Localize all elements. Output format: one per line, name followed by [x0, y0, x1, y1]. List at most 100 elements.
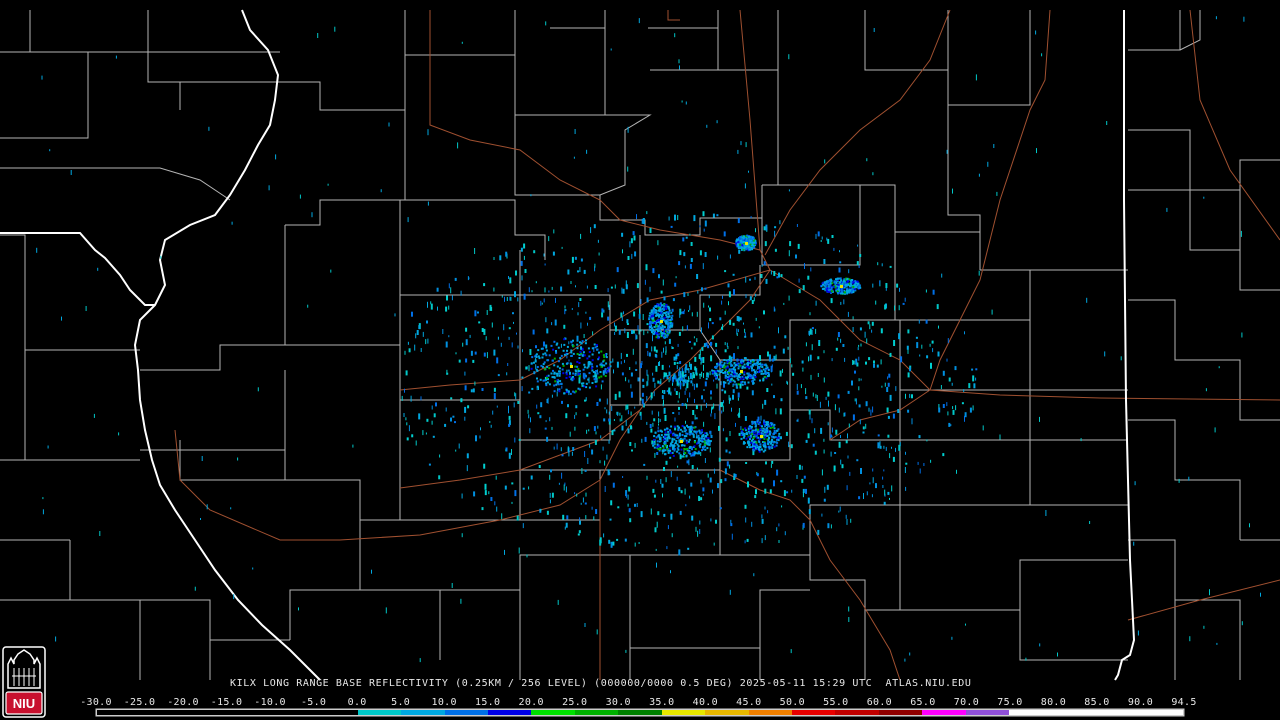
echo-pixel [524, 269, 527, 273]
echo-pixel [608, 418, 611, 422]
echo-pixel [696, 430, 698, 433]
echo-pixel [401, 395, 403, 401]
echo-pixel [672, 379, 674, 384]
echo-pixel [755, 228, 756, 233]
echo-pixel [667, 449, 670, 452]
echo-pixel [590, 367, 593, 370]
echo-pixel [826, 287, 829, 290]
echo-pixel [635, 361, 637, 365]
echo-pixel [474, 351, 477, 355]
echo-pixel [658, 304, 661, 307]
echo-pixel [448, 335, 450, 338]
echo-pixel [415, 440, 417, 446]
echo-pixel [713, 403, 715, 409]
echo-pixel [657, 434, 660, 437]
echo-pixel [856, 280, 859, 283]
echo-pixel [684, 403, 686, 406]
echo-pixel [678, 392, 680, 399]
echo-pixel [849, 471, 851, 476]
echo-pixel [642, 378, 645, 382]
colorbar-label: 25.0 [562, 697, 588, 708]
echo-pixel [846, 278, 849, 281]
echo-pixel [661, 445, 664, 448]
echo-pixel [703, 373, 704, 378]
echo-pixel [755, 293, 757, 297]
echo-pixel [1249, 523, 1250, 528]
echo-pixel [728, 301, 729, 306]
echo-pixel [691, 448, 693, 451]
echo-pixel [737, 397, 739, 401]
echo-pixel [773, 480, 775, 487]
echo-pixel [763, 310, 765, 315]
echo-pixel [703, 228, 705, 232]
echo-pixel [746, 446, 749, 449]
echo-pixel [887, 491, 890, 495]
echo-pixel [655, 311, 658, 314]
echo-pixel [987, 161, 989, 167]
echo-pixel [694, 414, 696, 420]
echo-pixel [667, 451, 670, 454]
echo-pixel [567, 269, 570, 275]
echo-pixel [856, 459, 859, 462]
echo-pixel [460, 398, 463, 403]
echo-pixel [751, 390, 754, 396]
echo-pixel [710, 435, 713, 438]
echo-pixel [682, 311, 685, 315]
echo-pixel [926, 439, 928, 442]
echo-pixel [569, 371, 571, 375]
echo-pixel [724, 381, 727, 384]
echo-pixel [844, 284, 847, 286]
echo-pixel [535, 345, 537, 349]
echo-pixel [655, 305, 657, 308]
echo-pixel [662, 336, 665, 339]
echo-pixel [770, 270, 772, 275]
echo-pixel [543, 253, 545, 257]
echo-pixel [610, 541, 613, 548]
echo-pixel [735, 383, 738, 386]
echo-pixel [578, 377, 581, 384]
echo-pixel [740, 426, 742, 431]
echo-pixel [732, 389, 735, 394]
echo-pixel [231, 221, 233, 225]
echo-pixel [663, 296, 666, 301]
echo-pixel [763, 261, 766, 266]
echo-pixel [549, 492, 551, 498]
echo-pixel [588, 372, 591, 375]
echo-pixel [820, 240, 822, 242]
echo-pixel [670, 570, 671, 574]
echo-pixel [916, 342, 919, 349]
echo-pixel [529, 349, 532, 355]
echo-pixel [551, 322, 553, 326]
echo-pixel [722, 324, 724, 331]
echo-pixel [574, 492, 576, 495]
echo-pixel [808, 409, 811, 415]
echo-pixel [664, 442, 667, 445]
echo-pixel [598, 252, 600, 256]
echo-pixel [490, 497, 493, 501]
echo-pixel [411, 434, 414, 438]
echo-pixel [972, 375, 975, 382]
echo-pixel [765, 224, 768, 231]
echo-pixel [664, 433, 667, 436]
echo-pixel [665, 314, 668, 317]
echo-pixel [699, 520, 701, 525]
echo-pixel [771, 358, 774, 362]
echo-pixel [744, 429, 747, 432]
colorbar-label: 70.0 [953, 697, 980, 708]
echo-pixel [847, 433, 848, 439]
echo-pixel [678, 371, 680, 377]
echo-pixel [577, 368, 580, 371]
echo-pixel [805, 439, 808, 443]
echo-pixel [579, 267, 581, 272]
echo-pixel [669, 365, 670, 368]
echo-pixel [621, 372, 624, 376]
echo-pixel [422, 331, 424, 337]
echo-pixel [724, 371, 727, 373]
echo-pixel [852, 327, 854, 332]
echo-pixel [667, 327, 670, 330]
echo-pixel [749, 241, 752, 244]
echo-pixel [710, 390, 712, 395]
echo-pixel [460, 290, 462, 296]
echo-pixel [710, 341, 712, 346]
echo-pixel [991, 309, 993, 315]
